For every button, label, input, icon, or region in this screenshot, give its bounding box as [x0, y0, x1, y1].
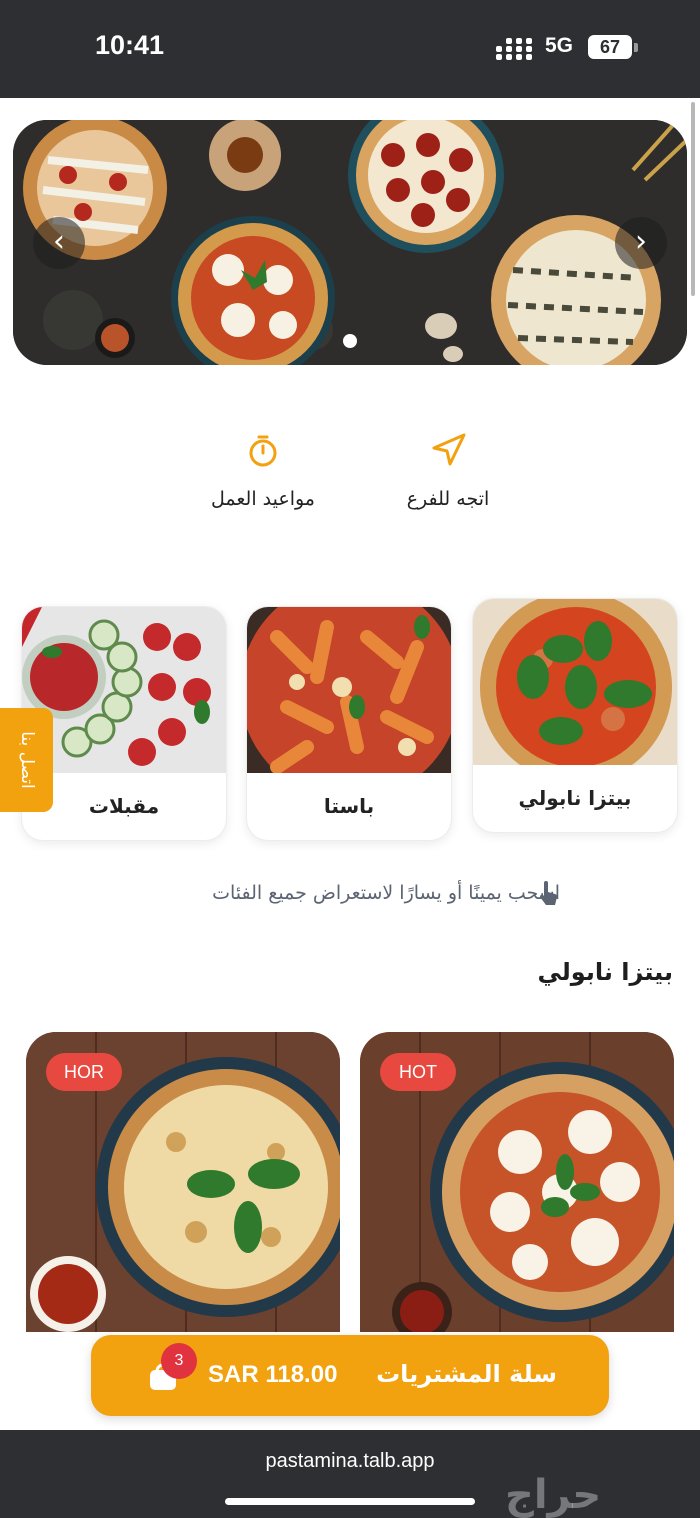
pointer-hand-icon [539, 881, 558, 905]
section-title: بيتزا نابولي [537, 958, 674, 986]
status-bar: 10:41 5G 67 [0, 0, 700, 98]
cart-button[interactable]: سلة المشتريات SAR 118.00 3 [91, 1335, 609, 1416]
hot-badge: HOT [380, 1053, 456, 1091]
chevron-right-icon: › [635, 224, 647, 259]
working-hours-button[interactable]: مواعيد العمل [188, 430, 338, 510]
carousel-prev-button[interactable]: ‹ [33, 217, 85, 269]
carousel-dot-active[interactable] [343, 334, 357, 348]
hero-image [13, 120, 687, 365]
cart-total: SAR 118.00 [208, 1361, 338, 1388]
napoli-pizza-image [473, 599, 677, 765]
directions-label: اتجه للفرع [406, 488, 490, 510]
status-time: 10:41 [95, 30, 165, 60]
chevron-left-icon: ‹ [53, 224, 65, 259]
working-hours-label: مواعيد العمل [211, 488, 315, 510]
contact-us-tab[interactable]: اتصل بنا [0, 708, 53, 812]
swipe-hint: اسحب يمينًا أو يسارًا لاستعراض جميع الفئ… [212, 882, 560, 904]
cart-count-badge: 3 [161, 1343, 197, 1379]
home-indicator[interactable] [225, 1498, 475, 1505]
url-text[interactable]: pastamina.talb.app [0, 1450, 700, 1473]
watermark-logo: حراج [505, 1472, 603, 1518]
navigation-arrow-icon [432, 433, 466, 466]
signal-icon [496, 38, 534, 60]
category-label: بيتزا نابولي [518, 786, 632, 810]
contact-us-label: اتصل بنا [16, 731, 37, 789]
clock-icon [249, 435, 277, 467]
category-card-pasta[interactable]: باستا [246, 606, 452, 841]
category-card-napoli-pizza[interactable]: بيتزا نابولي [472, 598, 678, 833]
battery-tip [634, 43, 638, 52]
directions-button[interactable]: اتجه للفرع [373, 430, 523, 510]
scrollbar[interactable] [691, 102, 695, 296]
product-card[interactable]: HOR [26, 1032, 340, 1332]
carousel-next-button[interactable]: › [615, 217, 667, 269]
cart-label: سلة المشتريات [376, 1360, 557, 1388]
battery-icon: 67 [588, 35, 632, 59]
hot-badge: HOR [46, 1053, 122, 1091]
hero-carousel[interactable]: ‹ › [13, 120, 687, 365]
pasta-image [247, 607, 451, 773]
network-type: 5G [545, 34, 574, 57]
category-label: باستا [323, 794, 375, 818]
product-card[interactable]: HOT [360, 1032, 674, 1332]
